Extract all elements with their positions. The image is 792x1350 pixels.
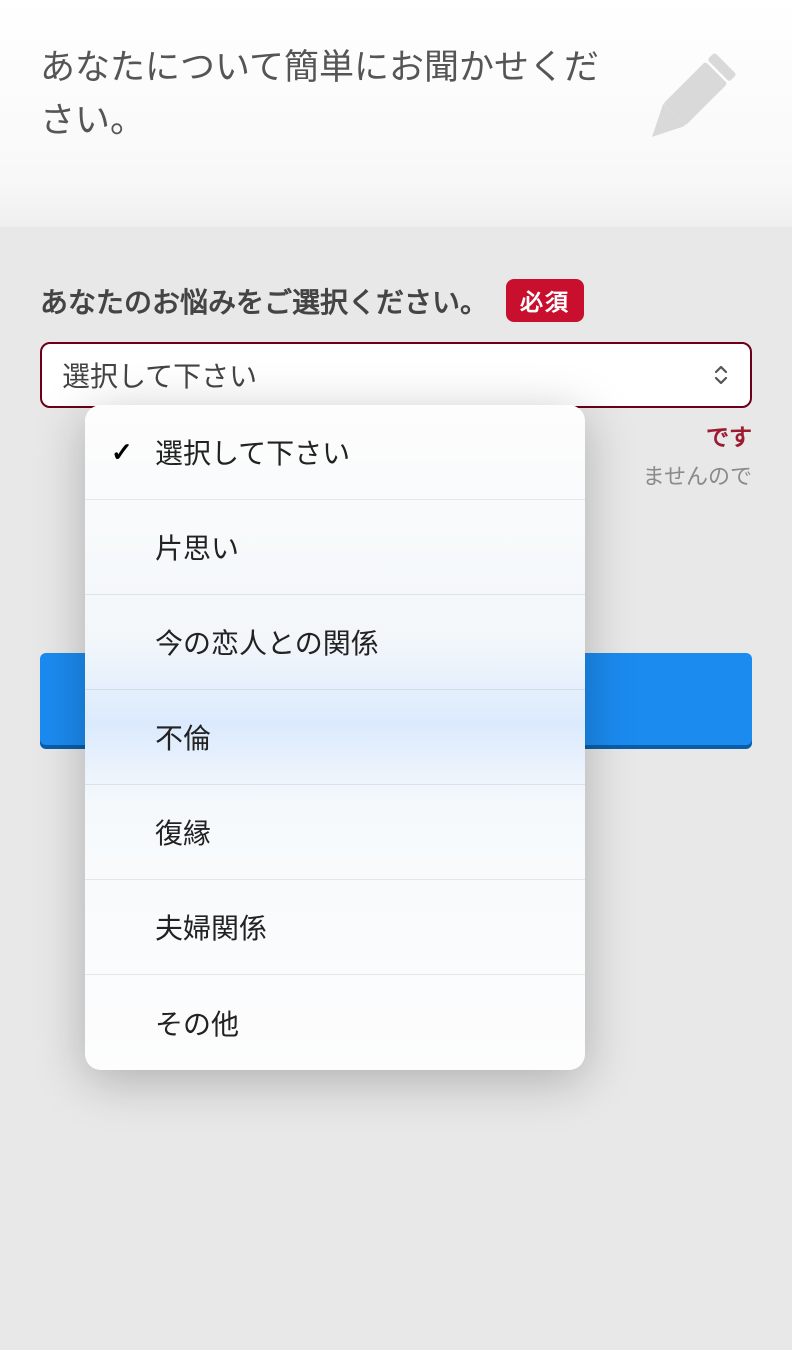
question-label: あなたのお悩みをご選択ください。 [40,281,488,321]
dropdown-option-label: 復縁 [155,812,559,852]
dropdown-option-sonota[interactable]: その他 [85,975,585,1070]
dropdown-option-fuufu[interactable]: 夫婦関係 [85,880,585,975]
dropdown-option-label: その他 [155,1003,559,1043]
dropdown-menu: ✓ 選択して下さい 片思い 今の恋人との関係 不倫 復縁 夫婦関係 その他 [85,405,585,1070]
page-title: あなたについて簡単にお聞かせください。 [40,42,602,147]
concern-select[interactable]: 選択して下さい [40,342,752,408]
question-row: あなたのお悩みをご選択ください。 必須 [40,279,752,322]
dropdown-option-kataomoi[interactable]: 片思い [85,500,585,595]
dropdown-option-furin[interactable]: 不倫 [85,690,585,785]
pencil-icon [622,37,752,167]
dropdown-option-placeholder[interactable]: ✓ 選択して下さい [85,405,585,500]
dropdown-option-relationship[interactable]: 今の恋人との関係 [85,595,585,690]
dropdown-option-label: 不倫 [155,717,559,757]
select-value: 選択して下さい [62,355,257,395]
dropdown-option-label: 片思い [155,527,559,567]
required-badge: 必須 [506,279,584,322]
chevron-up-down-icon [712,363,730,387]
checkmark-icon: ✓ [111,437,155,468]
dropdown-option-label: 選択して下さい [155,432,559,472]
dropdown-option-label: 夫婦関係 [155,907,559,947]
dropdown-option-fukuen[interactable]: 復縁 [85,785,585,880]
dropdown-option-label: 今の恋人との関係 [155,622,559,662]
header: あなたについて簡単にお聞かせください。 [0,0,792,227]
